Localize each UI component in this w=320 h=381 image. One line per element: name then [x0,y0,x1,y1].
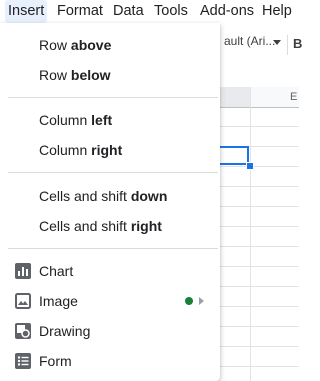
menu-item-label: Cells and shift right [39,218,162,234]
menu-data[interactable]: Data [113,0,144,23]
menu-item-label: Image [39,293,78,309]
menu-item-form[interactable]: Form [0,346,220,376]
column-header-selected[interactable] [215,87,250,107]
menu-item-chart[interactable]: Chart [0,256,220,286]
fill-handle[interactable] [246,162,254,170]
menu-item-label: Row above [39,37,112,53]
menu-item-cells-shift-right[interactable]: Cells and shift right [0,211,220,241]
menu-item-column-right[interactable]: Column right [0,135,220,165]
menu-item-label: Row below [39,67,111,83]
selected-cell[interactable] [215,146,249,165]
toolbar-divider [287,35,288,55]
menu-item-label: Cells and shift down [39,188,168,204]
submenu-arrow-icon [199,297,204,305]
menu-item-drawing[interactable]: Drawing [0,316,220,346]
menu-separator [8,248,218,249]
menu-item-cells-shift-down[interactable]: Cells and shift down [0,181,220,211]
menu-addons[interactable]: Add-ons [200,0,254,23]
menu-tools[interactable]: Tools [154,0,188,23]
column-header-e[interactable]: E [290,91,297,103]
insert-menu: Row above Row below Column left Column r… [0,23,220,381]
chart-icon [15,263,31,279]
grid-vline [250,87,251,381]
menu-separator [8,97,218,98]
menubar: Insert Format Data Tools Add-ons Help [0,0,299,23]
menu-item-image[interactable]: Image [0,286,220,316]
menu-item-label: Column right [39,142,123,158]
menu-separator [8,172,218,173]
menu-item-row-above[interactable]: Row above [0,30,220,60]
new-indicator-dot [185,297,193,305]
menu-insert[interactable]: Insert [5,0,48,23]
menu-item-label: Chart [39,263,74,279]
menu-format[interactable]: Format [57,0,103,23]
image-icon [15,293,31,309]
drawing-icon [15,323,31,339]
menu-item-label: Form [39,353,72,369]
font-family-select[interactable]: ault (Ari... [224,34,275,48]
bold-icon[interactable]: B [293,36,302,51]
form-icon [15,353,31,369]
menu-item-label: Column left [39,112,113,128]
menu-item-row-below[interactable]: Row below [0,60,220,90]
font-dropdown-arrow-icon[interactable] [273,40,281,45]
menu-item-label: Drawing [39,323,91,339]
menu-help[interactable]: Help [262,0,292,23]
menu-item-column-left[interactable]: Column left [0,105,220,135]
